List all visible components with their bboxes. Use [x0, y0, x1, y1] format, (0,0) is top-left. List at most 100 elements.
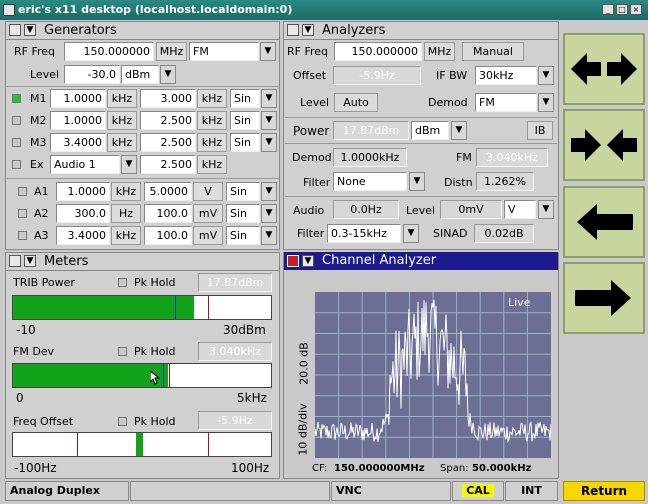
collapse-icon[interactable] [287, 255, 299, 267]
ex-checkbox[interactable] [12, 160, 21, 169]
m3-wave-select[interactable]: Sin [230, 133, 260, 152]
chevron-down-icon[interactable]: ▼ [538, 200, 554, 219]
a3-freq-unit[interactable]: kHz [111, 226, 141, 245]
m1-dev-unit[interactable]: kHz [197, 89, 227, 108]
minimize-button[interactable]: _ [602, 4, 614, 15]
chevron-down-icon[interactable]: ▼ [261, 89, 277, 108]
m2-dev-unit[interactable]: kHz [197, 111, 227, 130]
collapse-icon[interactable] [9, 255, 21, 267]
m1-freq-input[interactable]: 1.0000 [50, 89, 106, 108]
scroll-left-button[interactable] [563, 186, 645, 258]
gen-rf-freq-input[interactable]: 150.000000 [64, 42, 154, 61]
m1-dev-input[interactable]: 3.000 [140, 89, 196, 108]
gen-level-input[interactable]: -30.0 [64, 65, 120, 84]
gen-level-unit[interactable]: dBm [121, 65, 159, 84]
a1-amp-unit[interactable]: V [193, 182, 223, 201]
a2-amp-unit[interactable]: mV [193, 204, 223, 223]
gen-mod-mode-select[interactable]: FM [189, 42, 259, 61]
a1-checkbox[interactable] [18, 187, 27, 196]
window-menu-icon[interactable] [3, 4, 15, 16]
a1-freq-input[interactable]: 1.0000 [56, 182, 110, 201]
an-rf-freq-input[interactable]: 150.000000 [334, 42, 422, 61]
pk-hold-checkbox[interactable] [118, 347, 127, 356]
chevron-down-icon[interactable]: ▼ [260, 42, 276, 61]
chevron-down-icon[interactable]: ▼ [261, 133, 277, 152]
gen-rf-freq-unit[interactable]: MHz [156, 42, 187, 61]
pk-hold-checkbox[interactable] [118, 278, 127, 287]
pk-hold-checkbox[interactable] [118, 417, 127, 426]
a3-freq-input[interactable]: 3.4000 [56, 226, 110, 245]
m1-checkbox[interactable] [12, 94, 21, 103]
m2-dev-input[interactable]: 2.500 [140, 111, 196, 130]
manual-button[interactable]: Manual [462, 42, 524, 61]
m3-dev-input[interactable]: 2.500 [140, 133, 196, 152]
a2-freq-unit[interactable]: Hz [111, 204, 141, 223]
distn-value: 1.262% [476, 172, 534, 191]
m3-dev-unit[interactable]: kHz [197, 133, 227, 152]
collapse-icon[interactable] [9, 24, 21, 36]
chevron-down-icon[interactable]: ▼ [403, 224, 419, 243]
ex-dev-input[interactable]: 2.500 [140, 155, 196, 174]
a1-amp-input[interactable]: 5.0000 [144, 182, 192, 201]
menu-down-icon[interactable]: ▼ [24, 24, 36, 36]
m1-wave-select[interactable]: Sin [230, 89, 260, 108]
chevron-down-icon[interactable]: ▼ [261, 182, 277, 201]
a1-freq-unit[interactable]: kHz [111, 182, 141, 201]
audio-level-unit-select[interactable]: V [504, 200, 536, 219]
m1-freq-unit[interactable]: kHz [107, 89, 137, 108]
a1-wave-select[interactable]: Sin [226, 182, 260, 201]
chevron-down-icon[interactable]: ▼ [261, 226, 277, 245]
m2-freq-input[interactable]: 1.0000 [50, 111, 106, 130]
power-label: Power [293, 124, 330, 138]
chevron-down-icon[interactable]: ▼ [160, 65, 176, 84]
scroll-both-in-button[interactable] [563, 109, 645, 181]
close-button[interactable]: × [630, 4, 642, 15]
chevron-down-icon[interactable]: ▼ [538, 66, 554, 85]
chevron-down-icon[interactable]: ▼ [121, 155, 137, 174]
menu-down-icon[interactable]: ▼ [302, 24, 314, 36]
a3-amp-unit[interactable]: mV [193, 226, 223, 245]
a2-freq-input[interactable]: 300.0 [56, 204, 110, 223]
m2-freq-unit[interactable]: kHz [107, 111, 137, 130]
a2-amp-input[interactable]: 100.0 [144, 204, 192, 223]
a3-amp-input[interactable]: 100.0 [144, 226, 192, 245]
power-unit-select[interactable]: dBm [411, 121, 449, 140]
a2-wave-select[interactable]: Sin [226, 204, 260, 223]
meter-fm-dev-max: 5kHz [237, 391, 267, 405]
maximize-button[interactable]: □ [616, 4, 628, 15]
scroll-both-out-button[interactable] [563, 33, 645, 105]
chevron-down-icon[interactable]: ▼ [538, 93, 554, 112]
a3-checkbox[interactable] [18, 231, 27, 240]
ex-dev-unit[interactable]: kHz [197, 155, 227, 174]
return-button[interactable]: Return [563, 481, 645, 501]
filter-select[interactable]: None [333, 172, 407, 191]
auto-button[interactable]: Auto [334, 93, 378, 112]
chevron-down-icon[interactable]: ▼ [451, 121, 467, 140]
menu-down-icon[interactable]: ▼ [24, 255, 36, 267]
audio-filter-select[interactable]: 0.3-15kHz [327, 224, 401, 243]
a2-checkbox[interactable] [18, 209, 27, 218]
a3-wave-select[interactable]: Sin [226, 226, 260, 245]
m2-wave-select[interactable]: Sin [230, 111, 260, 130]
ex-source-select[interactable]: Audio 1 [50, 155, 120, 174]
m2-checkbox[interactable] [12, 116, 21, 125]
m2-label: M2 [30, 114, 47, 127]
m3-label: M3 [30, 136, 47, 149]
ib-button[interactable]: IB [527, 121, 553, 140]
collapse-icon[interactable] [287, 24, 299, 36]
scroll-right-button[interactable] [563, 262, 645, 334]
live-indicator: Live [508, 296, 531, 309]
chevron-down-icon[interactable]: ▼ [261, 111, 277, 130]
demod-select[interactable]: FM [475, 93, 537, 112]
meter-marker-red [169, 364, 170, 387]
ifbw-select[interactable]: 30kHz [475, 66, 537, 85]
audio-label: Audio [293, 204, 325, 217]
menu-down-icon[interactable]: ▼ [302, 255, 314, 267]
chevron-down-icon[interactable]: ▼ [261, 204, 277, 223]
m3-freq-input[interactable]: 3.4000 [50, 133, 106, 152]
m3-freq-unit[interactable]: kHz [107, 133, 137, 152]
meter-marker-red [208, 296, 209, 319]
chevron-down-icon[interactable]: ▼ [409, 172, 425, 191]
m3-checkbox[interactable] [12, 138, 21, 147]
an-rf-freq-unit[interactable]: MHz [424, 42, 455, 61]
